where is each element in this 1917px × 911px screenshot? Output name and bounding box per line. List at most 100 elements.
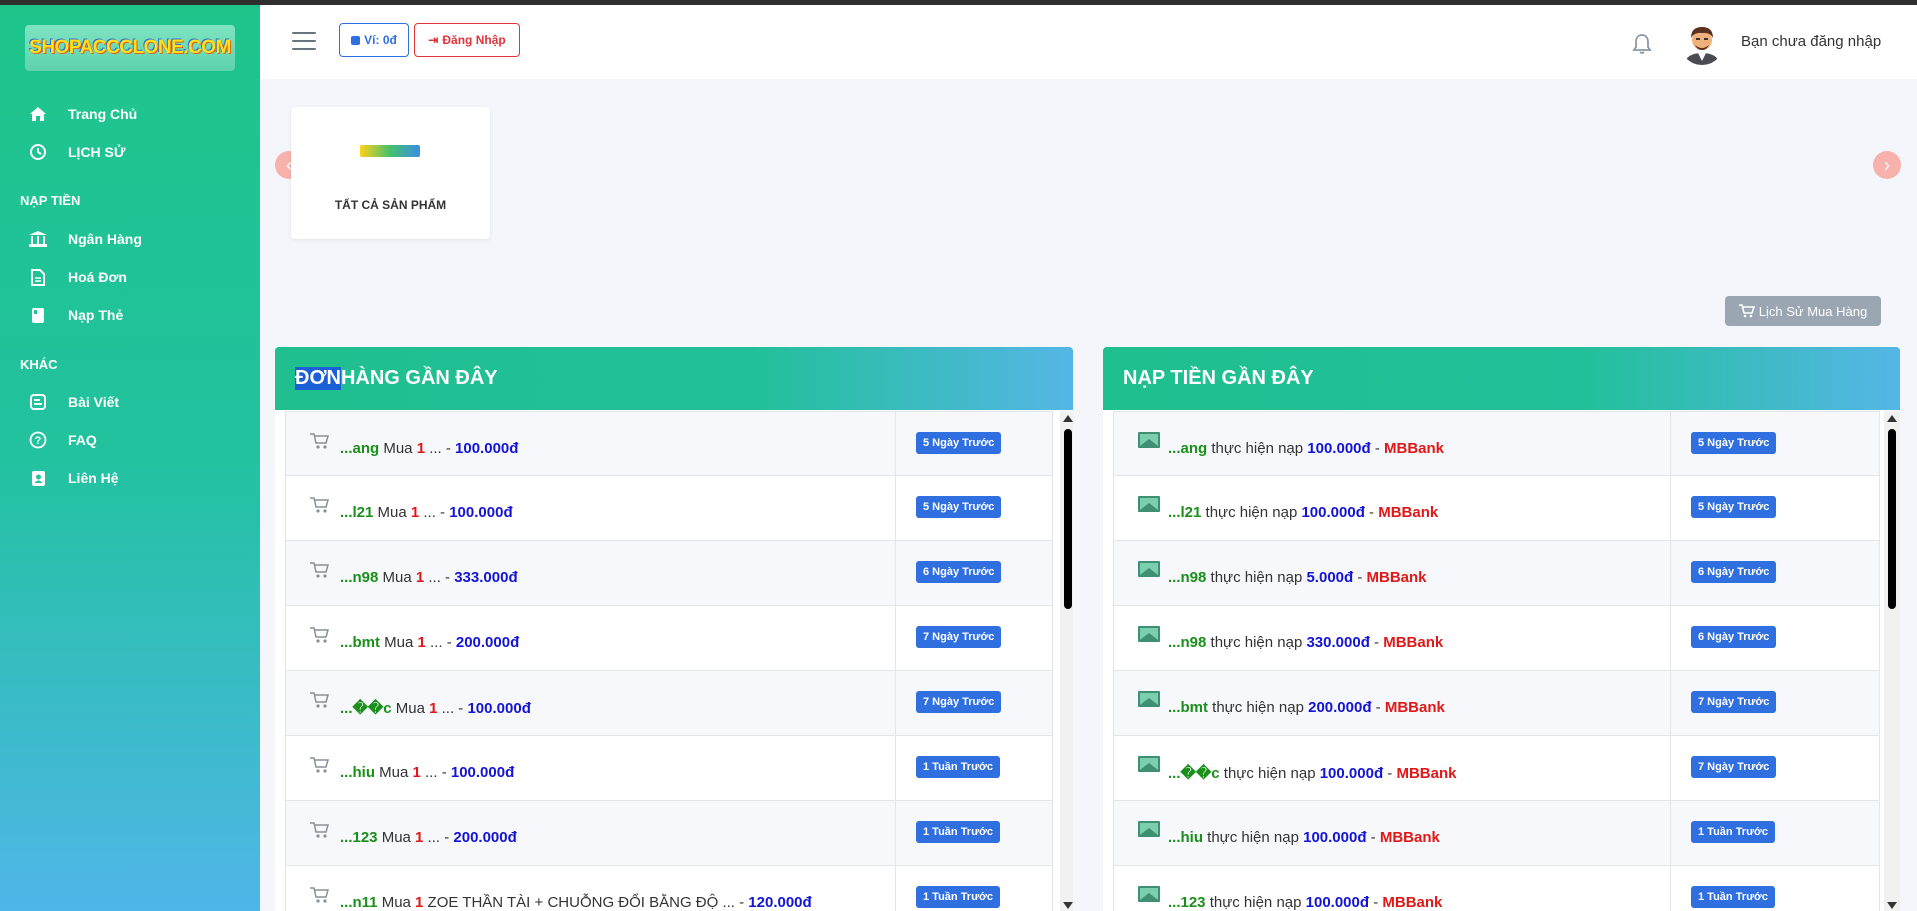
deposit-amount: 5.000đ [1306,569,1354,586]
deposit-user: ...��c [1168,765,1220,782]
deposit-action: thực hiện nạp [1205,894,1306,911]
time-badge: 1 Tuần Trước [1691,886,1775,908]
recent-deposits-panel: NẠP TIỀN GẦN ĐÂY ...ang thực hiện nạp 10… [1103,347,1900,911]
menu-toggle-icon[interactable] [292,32,316,52]
cart-icon [310,561,330,584]
time-badge: 5 Ngày Trước [1691,432,1777,454]
time-badge: 7 Ngày Trước [1691,756,1777,778]
sidebar-item-bank[interactable]: Ngân Hàng [28,226,142,252]
site-logo[interactable]: SHOPACCCLONE.COM [25,25,235,71]
table-row: ...l21 Mua 1 ... - 100.000đ 5 Ngày Trước [285,476,1053,541]
order-qty: 1 [412,764,421,781]
bank-card-icon [1138,561,1160,582]
time-badge: 1 Tuần Trước [916,756,1000,778]
orders-scrollbar[interactable] [1060,411,1073,911]
purchase-history-label: Lịch Sử Mua Hàng [1758,303,1868,319]
deposit-bank: MBBank [1384,699,1445,716]
product-card-label: TẤT CẢ SẢN PHẨM [334,198,447,212]
bank-card-icon [1138,886,1160,907]
notification-bell-icon[interactable] [1632,33,1652,60]
deposit-amount: 330.000đ [1306,634,1370,651]
deposit-user: ...ang [1168,440,1208,457]
sidebar-item-card[interactable]: Nạp Thẻ [28,302,123,328]
login-button[interactable]: ⇥ Đăng Nhập [414,23,520,57]
sidebar: SHOPACCCLONE.COM Trang Chủ LỊCH SỬ NẠP T… [0,5,260,911]
deposit-bank: MBBank [1366,569,1427,586]
deposit-sep: - [1383,765,1397,782]
panel-title: ĐƠN HÀNG GẦN ĐÂY [275,347,1073,410]
sidebar-item-label: Nạp Thẻ [68,307,124,323]
bank-card-icon [1138,496,1160,517]
table-row: ...n98 thực hiện nạp 5.000đ - MBBank 6 Ng… [1113,541,1880,606]
purchase-history-button[interactable]: Lịch Sử Mua Hàng [1725,296,1881,326]
deposit-action: thực hiện nạp [1219,765,1320,782]
card-icon [28,305,48,325]
cart-icon [1738,304,1755,318]
cart-icon [310,756,330,779]
avatar[interactable] [1680,21,1724,65]
time-badge: 5 Ngày Trước [916,432,1002,454]
history-icon [28,142,48,162]
sidebar-item-history[interactable]: LỊCH SỬ [28,139,126,165]
product-thumbnail [360,145,420,157]
deposit-text: ...123 thực hiện nạp 100.000đ - MBBank [1168,894,1442,911]
deposit-text: ...ang thực hiện nạp 100.000đ - MBBank [1168,440,1444,457]
deposit-user: ...n98 [1168,634,1207,651]
order-buy: Mua [391,700,430,717]
bank-card-icon [1138,821,1160,842]
order-text: ...hiu Mua 1 ... - 100.000đ [340,764,514,781]
time-badge: 7 Ngày Trước [916,691,1002,713]
time-badge: 7 Ngày Trước [916,626,1002,648]
deposit-sep: - [1369,634,1384,651]
deposit-bank: MBBank [1396,765,1457,782]
wallet-label: Ví: 0đ [364,33,397,47]
deposits-scrollbar[interactable] [1884,411,1900,911]
product-card-all[interactable]: TẤT CẢ SẢN PHẨM [291,107,490,239]
cart-icon [310,432,330,455]
deposit-sep: - [1366,829,1380,846]
cart-icon [310,626,330,649]
invoice-icon [28,267,48,287]
order-text: ...��c Mua 1 ... - 100.000đ [340,699,531,717]
table-row: ...n98 thực hiện nạp 330.000đ - MBBank 6 … [1113,606,1880,671]
order-price: 200.000đ [453,829,517,846]
cart-icon [310,496,330,519]
user-status-label[interactable]: Bạn chưa đăng nhập [1741,33,1881,50]
sidebar-item-blog[interactable]: Bài Viết [28,389,119,415]
order-price: 120.000đ [748,894,812,911]
deposit-amount: 100.000đ [1307,440,1371,457]
order-user: ...l21 [340,504,374,521]
order-price: 100.000đ [449,504,513,521]
table-row: ...ang Mua 1 ... - 100.000đ 5 Ngày Trước [285,411,1053,476]
order-item: ... - [425,440,456,457]
order-buy: Mua [379,440,417,457]
deposit-user: ...bmt [1168,699,1208,716]
order-price: 333.000đ [454,569,518,586]
order-item: ZOE THẦN TÀI + CHUỖNG ĐỔI BẰNG ĐỘ ... - [423,894,749,911]
order-text: ...n98 Mua 1 ... - 333.000đ [340,569,518,586]
carousel-next-icon[interactable]: › [1873,151,1901,179]
sidebar-item-faq[interactable]: ? FAQ [28,427,97,453]
sidebar-item-home[interactable]: Trang Chủ [28,101,137,127]
wallet-button[interactable]: Ví: 0đ [339,23,409,57]
sidebar-item-contact[interactable]: Liên Hệ [28,465,119,491]
question-icon: ? [28,430,48,450]
sidebar-item-label: Liên Hệ [68,470,119,486]
deposits-list: ...ang thực hiện nạp 100.000đ - MBBank 5 … [1113,411,1880,911]
bank-icon [28,229,48,249]
bank-card-icon [1138,432,1160,453]
deposit-text: ...n98 thực hiện nạp 5.000đ - MBBank [1168,569,1427,586]
time-badge: 6 Ngày Trước [916,561,1002,583]
orders-list: ...ang Mua 1 ... - 100.000đ 5 Ngày Trước.… [285,411,1053,911]
panel-title: NẠP TIỀN GẦN ĐÂY [1103,347,1900,410]
order-buy: Mua [380,634,418,651]
order-item: ... - [423,829,454,846]
sign-in-icon: ⇥ [428,33,439,47]
order-user: ...bmt [340,634,380,651]
order-buy: Mua [373,504,411,521]
table-row: ...ang thực hiện nạp 100.000đ - MBBank 5 … [1113,411,1880,476]
sidebar-item-invoice[interactable]: Hoá Đơn [28,264,127,290]
panel-title-rest: HÀNG GẦN ĐÂY [340,367,498,389]
bank-card-icon [1138,756,1160,777]
order-buy: Mua [375,764,413,781]
